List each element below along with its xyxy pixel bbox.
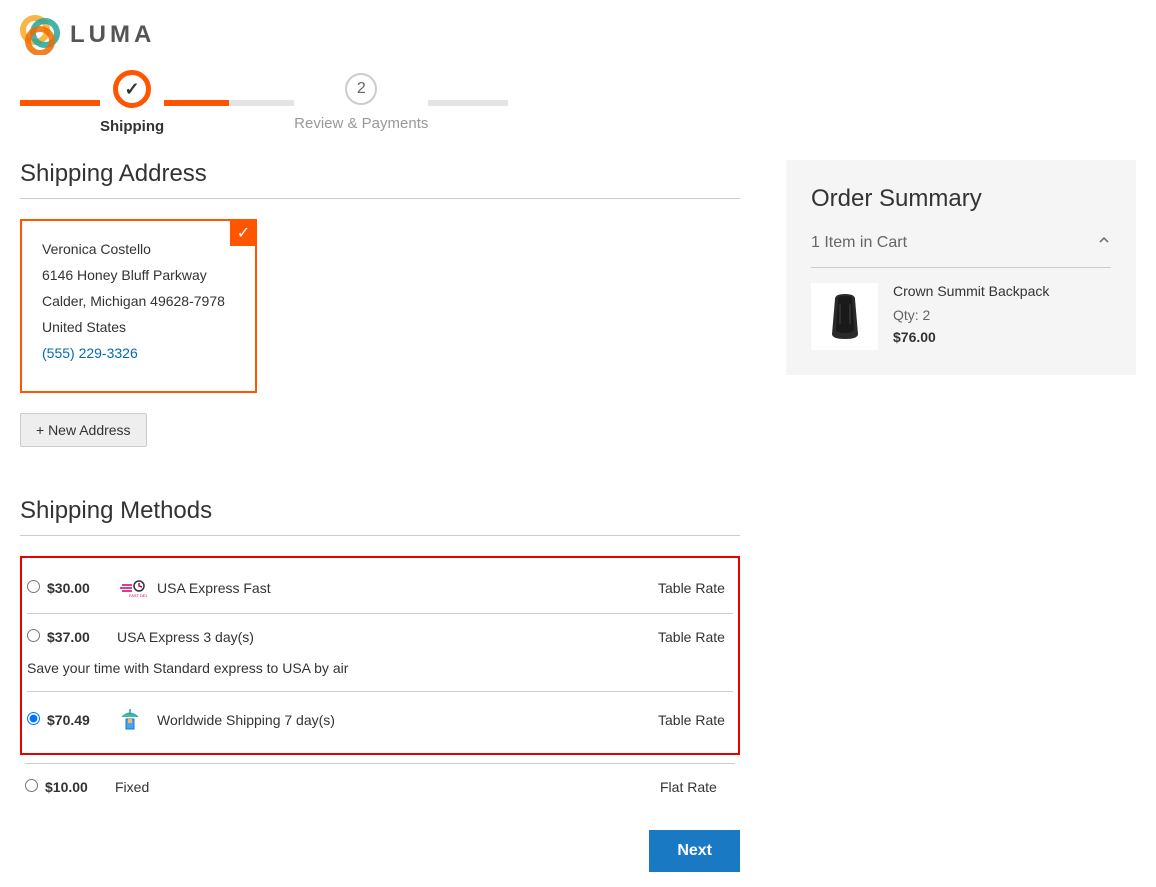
checkout-progress: ✓ Shipping 2 Review & Payments [20,70,1136,135]
method-description: Save your time with Standard express to … [22,660,738,691]
cart-count-label: 1 Item in Cart [811,234,907,252]
progress-line-1 [20,100,100,106]
method-price: $30.00 [47,580,117,596]
method-name: Worldwide Shipping 7 day(s) [157,712,658,728]
progress-line-4 [428,100,508,106]
shipping-radio-2[interactable] [27,712,40,725]
method-carrier: Table Rate [658,629,738,645]
shipping-method-row[interactable]: $30.00 FAST DELIVERY USA Expres [22,563,738,613]
step1-label: Shipping [100,118,164,135]
progress-line-2 [164,100,229,106]
address-name: Veronica Costello [42,241,235,257]
address-card[interactable]: ✓ Veronica Costello 6146 Honey Bluff Par… [20,219,257,393]
shipping-radio-0[interactable] [27,580,40,593]
step2-label: Review & Payments [294,115,428,132]
progress-line-3 [229,100,294,106]
new-address-button[interactable]: + New Address [20,413,147,447]
address-street: 6146 Honey Bluff Parkway [42,267,235,283]
method-name: USA Express Fast [157,580,658,596]
progress-step-shipping[interactable]: ✓ [113,70,151,108]
address-city: Calder, Michigan 49628-7978 [42,293,235,309]
check-icon: ✓ [125,79,140,100]
method-carrier: Table Rate [658,580,738,596]
method-carrier: Table Rate [658,712,738,728]
method-name: Fixed [115,779,660,795]
order-summary: Order Summary 1 Item in Cart [786,160,1136,375]
logo-icon [20,15,60,55]
shipping-radio-3[interactable] [25,779,38,792]
highlighted-methods: $30.00 FAST DELIVERY USA Expres [20,556,740,755]
item-qty: Qty: 2 [893,307,1111,323]
shipping-address-title: Shipping Address [20,160,740,199]
order-summary-title: Order Summary [811,185,1111,213]
method-carrier: Flat Rate [660,779,740,795]
step2-number: 2 [357,80,366,98]
logo-area: LUMA [20,15,1136,55]
product-image [811,283,878,350]
brand-name: LUMA [70,21,155,49]
shipping-method-row[interactable]: $70.49 Worldwide Shipping 7 day(s) Table… [22,692,738,748]
address-country: United States [42,319,235,335]
progress-step-review[interactable]: 2 [345,73,377,105]
cart-toggle[interactable]: 1 Item in Cart [811,233,1111,268]
next-button[interactable]: Next [649,830,740,872]
method-price: $70.49 [47,712,117,728]
shipping-radio-1[interactable] [27,629,40,642]
cart-item: Crown Summit Backpack Qty: 2 $76.00 [811,268,1111,350]
check-icon: ✓ [237,223,250,243]
svg-text:FAST DELIVERY: FAST DELIVERY [129,593,147,598]
method-price: $37.00 [47,629,117,645]
selected-badge: ✓ [230,219,257,246]
chevron-up-icon [1097,233,1111,252]
item-price: $76.00 [893,329,1111,345]
shipping-method-row[interactable]: $10.00 Fixed Flat Rate [20,764,740,810]
method-price: $10.00 [45,779,115,795]
shipping-methods-title: Shipping Methods [20,497,740,536]
worldwide-shipping-icon [117,707,157,733]
method-name: USA Express 3 day(s) [117,629,658,645]
address-phone[interactable]: (555) 229-3326 [42,345,235,361]
item-name: Crown Summit Backpack [893,283,1111,299]
shipping-method-row[interactable]: $37.00 USA Express 3 day(s) Table Rate [22,614,738,660]
fast-delivery-icon: FAST DELIVERY [117,578,157,598]
